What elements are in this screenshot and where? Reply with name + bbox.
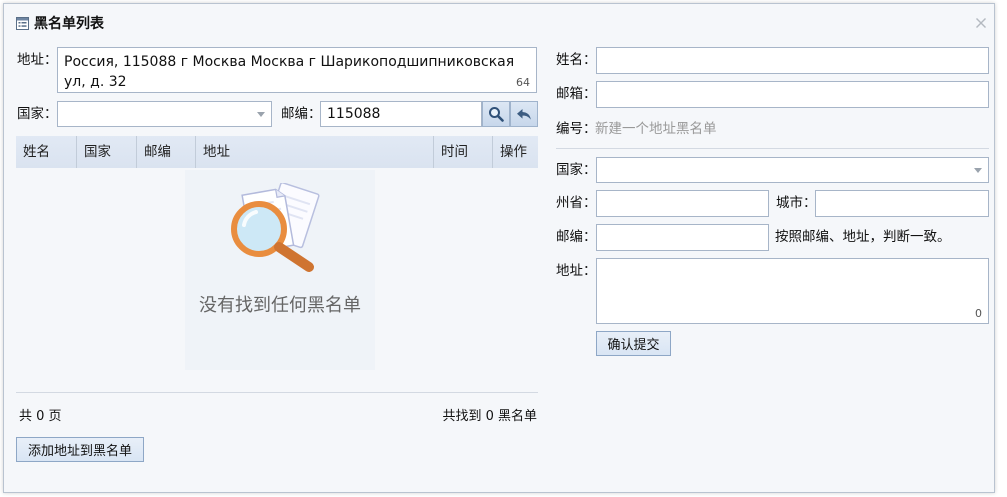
search-button[interactable] <box>482 101 510 127</box>
submit-button[interactable]: 确认提交 <box>596 331 671 356</box>
column-header-name[interactable]: 姓名 <box>16 136 77 168</box>
city-label: 城市： <box>776 195 817 211</box>
postcode-filter-label: 邮编： <box>281 106 322 122</box>
list-icon <box>16 17 29 30</box>
address-search-box: Россия, 115088 г Москва Москва г Шарикоп… <box>57 47 537 93</box>
search-icon <box>488 106 504 122</box>
add-to-blacklist-button[interactable]: 添加地址到黑名单 <box>16 437 144 462</box>
address-field-label: 地址： <box>556 263 597 279</box>
blacklist-table-header: 姓名 国家 邮编 地址 时间 操作 <box>16 136 538 168</box>
email-field[interactable] <box>596 81 989 108</box>
dialog-titlebar[interactable]: 黑名单列表 <box>4 4 994 42</box>
state-field[interactable] <box>596 190 769 217</box>
reset-button[interactable] <box>510 101 538 127</box>
chevron-down-icon <box>974 168 982 173</box>
close-icon[interactable] <box>975 17 987 29</box>
blacklist-dialog: 黑名单列表 地址： Россия, 115088 г Москва Москва… <box>3 3 995 493</box>
city-field[interactable] <box>815 190 989 217</box>
column-header-actions[interactable]: 操作 <box>493 136 538 168</box>
address-field[interactable] <box>596 258 989 324</box>
column-header-postcode[interactable]: 邮编 <box>137 136 196 168</box>
undo-arrow-icon <box>516 106 532 122</box>
address-search-input[interactable]: Россия, 115088 г Москва Москва г Шарикоп… <box>57 47 537 93</box>
postcode-filter-input[interactable] <box>320 101 482 127</box>
column-header-address[interactable]: 地址 <box>196 136 434 168</box>
country-filter-label: 国家： <box>17 106 58 122</box>
dialog-title: 黑名单列表 <box>34 16 104 32</box>
address-label: 地址： <box>17 52 58 68</box>
country-filter-select[interactable] <box>57 101 272 127</box>
column-header-country[interactable]: 国家 <box>77 136 137 168</box>
address-field-box: 0 <box>596 258 989 324</box>
state-label: 州省： <box>556 195 597 211</box>
column-header-time[interactable]: 时间 <box>434 136 493 168</box>
result-count: 共找到 0 黑名单 <box>442 409 537 424</box>
country-select[interactable] <box>596 157 989 183</box>
magnifier-documents-icon <box>225 182 321 273</box>
email-label: 邮箱： <box>556 86 597 102</box>
empty-message: 没有找到任何黑名单 <box>199 295 361 316</box>
postcode-field[interactable] <box>596 224 769 251</box>
record-id-value: 新建一个地址黑名单 <box>595 121 717 137</box>
postcode-hint: 按照邮编、地址，判断一致。 <box>775 229 951 245</box>
chevron-down-icon <box>257 112 265 117</box>
name-field[interactable] <box>596 47 989 74</box>
divider <box>556 148 989 149</box>
empty-state: 没有找到任何黑名单 <box>185 170 375 370</box>
country-label: 国家： <box>556 162 597 178</box>
address-field-char-count: 0 <box>975 307 982 320</box>
postcode-label: 邮编： <box>556 229 597 245</box>
name-label: 姓名： <box>556 52 597 68</box>
address-char-count: 64 <box>516 76 530 89</box>
divider <box>16 392 538 393</box>
record-id-label: 编号： <box>556 121 597 137</box>
